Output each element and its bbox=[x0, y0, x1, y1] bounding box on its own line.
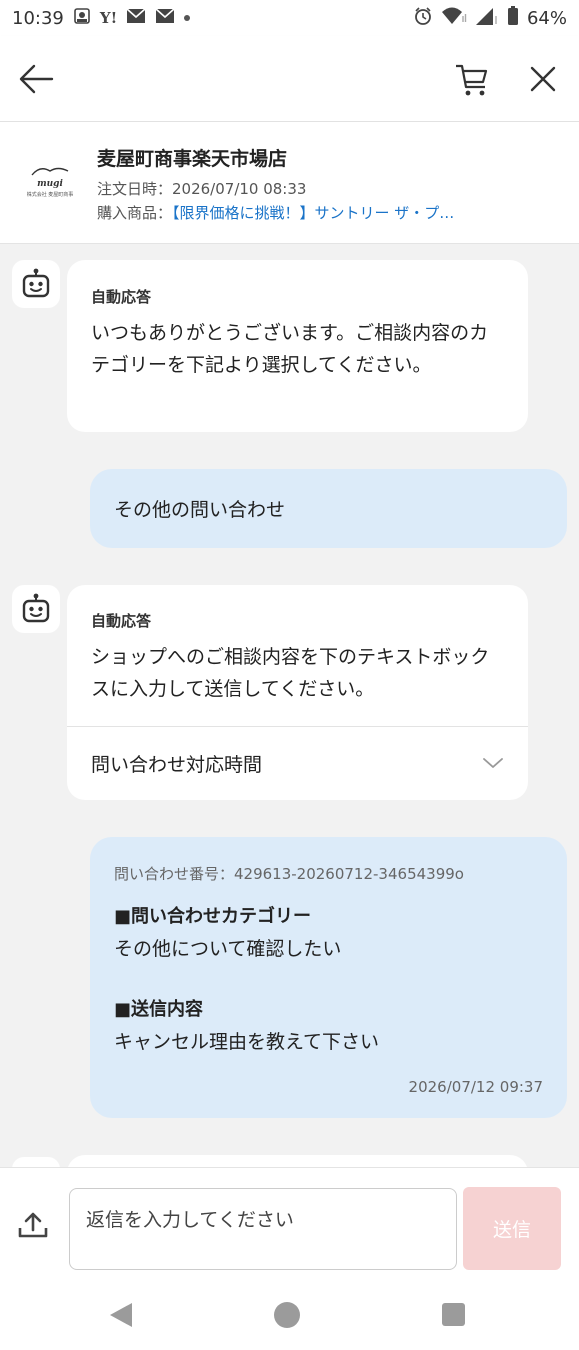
cart-icon bbox=[456, 64, 488, 96]
message-timestamp: 2026/07/12 09:37 bbox=[408, 1078, 543, 1096]
shop-logo-text: mugi bbox=[37, 178, 63, 189]
robot-icon bbox=[22, 593, 50, 623]
triangle-back-icon bbox=[110, 1303, 132, 1327]
input-bar: 送信 bbox=[0, 1167, 579, 1284]
chevron-down-icon bbox=[483, 758, 503, 768]
category-title: ■問い合わせカテゴリー bbox=[114, 906, 312, 927]
auto-reply-label: 自動応答 bbox=[91, 288, 152, 306]
user-message: 問い合わせ番号：429613-20260712-34654399o ■問い合わせ… bbox=[90, 837, 567, 1118]
robot-icon bbox=[22, 268, 50, 298]
content-value: キャンセル理由を教えて下さい bbox=[114, 1031, 380, 1053]
upload-icon bbox=[18, 1212, 48, 1238]
content-title: ■送信内容 bbox=[114, 999, 204, 1020]
category-value: その他について確認したい bbox=[114, 938, 342, 960]
back-button[interactable] bbox=[18, 61, 56, 97]
status-time: 10:39 bbox=[12, 7, 64, 29]
back-arrow-icon bbox=[19, 64, 54, 94]
shop-name: 麦屋町商事楽天市場店 bbox=[97, 148, 288, 170]
shop-info[interactable]: mugi 株式会社 麦屋町商事 麦屋町商事楽天市場店 注文日時：2026/07/… bbox=[0, 122, 579, 244]
nav-recents-button[interactable] bbox=[442, 1303, 465, 1326]
close-icon bbox=[530, 66, 556, 92]
user-message-text: その他の問い合わせ bbox=[114, 499, 286, 521]
shop-logo-subtext: 株式会社 麦屋町商事 bbox=[26, 191, 74, 198]
status-bar: 10:39 Y! 64% bbox=[0, 0, 579, 36]
bot-message-text: ショップへのご相談内容を下のテキストボックスに入力して送信してください。 bbox=[91, 646, 490, 700]
bot-message: 自動応答 いつもありがとうございます。ご相談内容のカテゴリーを下記より選択してく… bbox=[67, 260, 528, 432]
send-button[interactable]: 送信 bbox=[463, 1187, 561, 1270]
mail-icon bbox=[155, 8, 175, 28]
order-item: 購入商品：【限界価格に挑戦！】サントリー ザ・プ… bbox=[97, 202, 557, 223]
mail-icon bbox=[126, 8, 146, 28]
app-header bbox=[0, 36, 579, 122]
order-item-link[interactable]: 【限界価格に挑戦！】サントリー ザ・プ… bbox=[172, 204, 454, 222]
upload-button[interactable] bbox=[16, 1206, 50, 1240]
wifi-icon bbox=[441, 6, 467, 30]
order-item-label: 購入商品： bbox=[97, 204, 173, 222]
order-date: 注文日時：2026/07/10 08:33 bbox=[97, 180, 307, 198]
bot-avatar bbox=[12, 260, 60, 308]
bot-message-text: いつもありがとうございます。ご相談内容のカテゴリーを下記より選択してください。 bbox=[91, 322, 489, 376]
dot-icon bbox=[184, 15, 191, 21]
battery-percent: 64% bbox=[526, 7, 567, 29]
inquiry-hours-label: 問い合わせ対応時間 bbox=[91, 753, 263, 776]
reply-input[interactable] bbox=[69, 1188, 457, 1270]
shop-logo: mugi 株式会社 麦屋町商事 bbox=[22, 154, 78, 206]
cart-button[interactable] bbox=[453, 60, 491, 98]
bot-message: 自動応答 ショップへのご相談内容を下のテキストボックスに入力して送信してください… bbox=[67, 585, 528, 800]
inquiry-number: 問い合わせ番号：429613-20260712-34654399o bbox=[114, 865, 464, 883]
signal-icon bbox=[475, 6, 499, 30]
inquiry-hours-toggle[interactable]: 問い合わせ対応時間 bbox=[67, 727, 528, 799]
nav-home-button[interactable] bbox=[274, 1302, 300, 1328]
notification-icon bbox=[73, 7, 91, 29]
auto-reply-label: 自動応答 bbox=[91, 612, 152, 630]
close-button[interactable] bbox=[527, 63, 559, 95]
yahoo-icon: Y! bbox=[99, 9, 118, 27]
user-message: その他の問い合わせ bbox=[90, 469, 567, 548]
alarm-icon bbox=[413, 6, 433, 30]
navigation-bar bbox=[0, 1284, 579, 1350]
bot-avatar bbox=[12, 585, 60, 633]
battery-icon bbox=[507, 6, 519, 30]
nav-back-button[interactable] bbox=[108, 1301, 134, 1329]
